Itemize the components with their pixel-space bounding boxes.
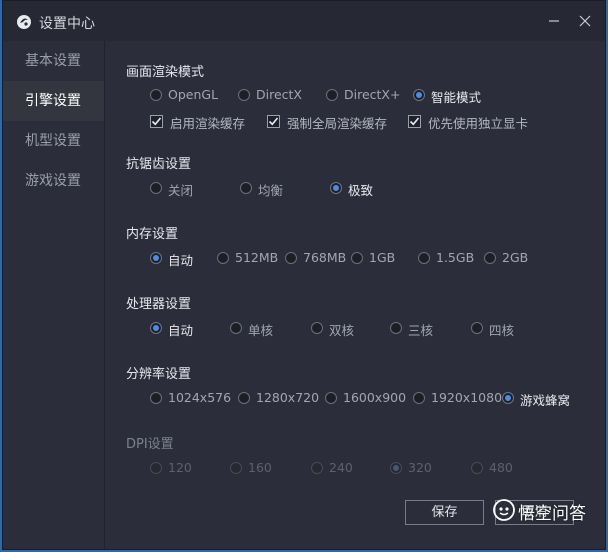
- option-label: 三核: [408, 323, 434, 338]
- option-label: 512MB: [235, 250, 279, 265]
- checkbox[interactable]: [150, 115, 163, 128]
- dpi-title: DPI设置: [126, 437, 174, 452]
- radio-button[interactable]: [150, 89, 162, 101]
- checkmark-icon: [151, 117, 162, 126]
- radio-button[interactable]: [484, 252, 496, 264]
- checkbox[interactable]: [408, 115, 421, 128]
- sidebar-item-basic[interactable]: 基本设置: [3, 41, 104, 81]
- checkbox[interactable]: [267, 115, 280, 128]
- radio-button[interactable]: [325, 392, 337, 404]
- radio-button[interactable]: [217, 252, 229, 264]
- radio-button-selected[interactable]: [150, 322, 162, 334]
- option-label: 四核: [489, 323, 515, 338]
- option-label: 160: [248, 460, 272, 475]
- radio-button[interactable]: [150, 392, 162, 404]
- option-label: 320: [408, 460, 432, 475]
- sidebar-item-engine[interactable]: 引擎设置: [3, 81, 104, 121]
- radio-button[interactable]: [418, 252, 430, 264]
- option-label: 自动: [168, 253, 194, 268]
- option-label: 自动: [168, 323, 194, 338]
- wukong-logo-icon: [493, 499, 515, 521]
- memory-title: 内存设置: [126, 227, 179, 242]
- minimize-icon[interactable]: [545, 12, 563, 30]
- option-label: 双核: [329, 323, 355, 338]
- radio-button-selected[interactable]: [330, 182, 342, 194]
- option-label: 1600x900: [343, 390, 407, 405]
- option-label: OpenGL: [168, 87, 219, 102]
- radio-button-selected[interactable]: [150, 252, 162, 264]
- title-bar: 设置中心: [3, 1, 605, 41]
- checkbox-label: 启用渲染缓存: [170, 116, 246, 131]
- option-label: 1920x1080: [431, 390, 503, 405]
- cpu-title: 处理器设置: [126, 297, 192, 312]
- option-label: 单核: [248, 323, 274, 338]
- radio-button-disabled: [230, 462, 242, 474]
- option-label: 240: [329, 460, 353, 475]
- option-label: 智能模式: [431, 90, 482, 105]
- option-label: 768MB: [303, 250, 347, 265]
- radio-button[interactable]: [230, 322, 242, 334]
- radio-button-disabled: [311, 462, 323, 474]
- radio-button[interactable]: [240, 182, 252, 194]
- option-label: 关闭: [168, 183, 194, 198]
- option-label: 均衡: [258, 183, 284, 198]
- checkbox-label: 优先使用独立显卡: [428, 116, 529, 131]
- window-title: 设置中心: [39, 16, 95, 32]
- radio-button[interactable]: [351, 252, 363, 264]
- close-icon[interactable]: [576, 12, 594, 30]
- option-label: 1024x576: [168, 390, 232, 405]
- option-label: DirectX: [256, 87, 302, 102]
- resolution-title: 分辨率设置: [126, 367, 192, 382]
- radio-button-disabled: [150, 462, 162, 474]
- antialias-title: 抗锯齿设置: [126, 157, 192, 172]
- radio-button[interactable]: [311, 322, 323, 334]
- option-label: 1GB: [369, 250, 396, 265]
- radio-button[interactable]: [390, 322, 402, 334]
- render-mode-title: 画面渲染模式: [126, 65, 205, 80]
- checkmark-icon: [409, 117, 420, 126]
- option-label: 1280x720: [256, 390, 320, 405]
- radio-button[interactable]: [238, 89, 250, 101]
- engine-settings-panel: 画面渲染模式 OpenGL DirectX DirectX+ 智能模式 启用渲染…: [105, 41, 605, 549]
- settings-window: 设置中心 基本设置 引擎设置 机型设置 游戏设置 画面渲染模式 OpenGL D…: [2, 0, 606, 550]
- radio-button-selected[interactable]: [502, 392, 514, 404]
- app-logo-icon: [17, 15, 31, 29]
- radio-button-selected[interactable]: [413, 89, 425, 101]
- option-label: 1.5GB: [436, 250, 475, 265]
- radio-button[interactable]: [238, 392, 250, 404]
- option-label: 游戏蜂窝: [520, 393, 571, 408]
- sidebar-item-game[interactable]: 游戏设置: [3, 161, 104, 201]
- sidebar-nav: 基本设置 引擎设置 机型设置 游戏设置: [3, 41, 105, 549]
- radio-button[interactable]: [471, 322, 483, 334]
- watermark-text: 悟空问答: [518, 504, 586, 524]
- option-label: 480: [489, 460, 513, 475]
- radio-button[interactable]: [326, 89, 338, 101]
- radio-button[interactable]: [150, 182, 162, 194]
- save-button[interactable]: 保存: [405, 500, 484, 525]
- option-label: DirectX+: [344, 87, 401, 102]
- checkmark-icon: [268, 117, 279, 126]
- radio-button-disabled: [471, 462, 483, 474]
- option-label: 2GB: [502, 250, 529, 265]
- radio-button[interactable]: [285, 252, 297, 264]
- option-label: 极致: [348, 183, 374, 198]
- radio-button[interactable]: [413, 392, 425, 404]
- checkbox-label: 强制全局渲染缓存: [287, 116, 388, 131]
- sidebar-item-device-model[interactable]: 机型设置: [3, 121, 104, 161]
- radio-button-disabled-selected: [390, 462, 402, 474]
- option-label: 120: [168, 460, 192, 475]
